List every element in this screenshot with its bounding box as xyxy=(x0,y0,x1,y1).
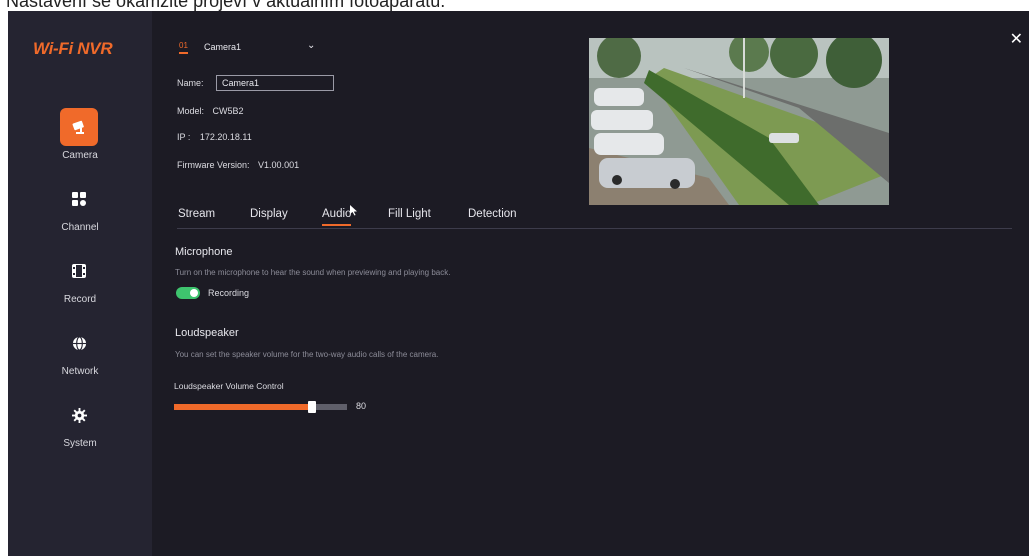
recording-toggle[interactable] xyxy=(176,287,200,299)
sidebar-item-label: Camera xyxy=(62,150,98,161)
volume-label: Loudspeaker Volume Control xyxy=(174,381,284,391)
main-panel: ✕ 01 Camera1 ⌄ Name: Model: CW5B2 IP : 1… xyxy=(152,11,1029,556)
loudspeaker-description: You can set the speaker volume for the t… xyxy=(175,350,439,359)
model-value: CW5B2 xyxy=(212,106,244,116)
sidebar-item-record[interactable]: Record xyxy=(8,252,152,312)
sidebar: Wi-Fi NVR Camera Channel Record Network … xyxy=(8,11,152,556)
sidebar-item-label: Record xyxy=(63,294,97,305)
volume-slider[interactable] xyxy=(174,401,347,413)
camera-select-name: Camera1 xyxy=(204,42,242,52)
caption-text: Nastavení se okamžitě projeví v aktuální… xyxy=(6,0,446,11)
tab-stream[interactable]: Stream xyxy=(178,208,215,224)
settings-window: Wi-Fi NVR Camera Channel Record Network … xyxy=(8,11,1029,556)
film-icon xyxy=(60,252,98,290)
volume-slider-fill xyxy=(174,404,313,410)
microphone-description: Turn on the microphone to hear the sound… xyxy=(175,268,451,277)
tab-audio[interactable]: Audio xyxy=(322,208,352,226)
close-icon[interactable]: ✕ xyxy=(1010,29,1023,48)
globe-icon xyxy=(60,324,98,362)
sidebar-item-network[interactable]: Network xyxy=(8,324,152,384)
loudspeaker-title: Loudspeaker xyxy=(175,327,239,339)
tab-fill-light[interactable]: Fill Light xyxy=(388,208,431,224)
grid-icon xyxy=(60,180,98,218)
ip-label: IP : xyxy=(177,132,191,142)
camera-icon xyxy=(60,108,98,146)
volume-slider-handle[interactable] xyxy=(308,401,317,413)
sidebar-item-camera[interactable]: Camera xyxy=(8,108,152,168)
camera-name-field[interactable] xyxy=(216,75,334,91)
volume-value: 80 xyxy=(356,401,367,411)
tab-display[interactable]: Display xyxy=(250,208,288,224)
sidebar-item-label: Channel xyxy=(61,222,99,233)
model-label: Model: xyxy=(177,106,205,116)
firmware-row: Firmware Version: V1.00.001 xyxy=(177,160,299,170)
chevron-down-icon: ⌄ xyxy=(307,40,316,51)
sidebar-item-label: System xyxy=(63,438,97,449)
firmware-value: V1.00.001 xyxy=(258,160,300,170)
tab-bar: Stream Display Audio Fill Light Detectio… xyxy=(177,208,1012,229)
gear-icon xyxy=(60,396,98,434)
camera-preview xyxy=(589,38,889,205)
ip-value: 172.20.18.11 xyxy=(199,132,252,142)
mouse-cursor-icon xyxy=(350,205,357,216)
ip-row: IP : 172.20.18.11 xyxy=(177,132,252,142)
microphone-title: Microphone xyxy=(175,246,233,258)
recording-toggle-label: Recording xyxy=(208,288,250,298)
app-logo: Wi-Fi NVR xyxy=(33,39,113,58)
sidebar-item-channel[interactable]: Channel xyxy=(8,180,152,240)
name-label: Name: xyxy=(177,78,204,88)
firmware-label: Firmware Version: xyxy=(177,160,250,170)
tab-detection[interactable]: Detection xyxy=(468,208,517,224)
model-row: Model: CW5B2 xyxy=(177,106,244,116)
camera-number: 01 xyxy=(179,41,188,54)
sidebar-item-system[interactable]: System xyxy=(8,396,152,456)
sidebar-item-label: Network xyxy=(61,366,99,377)
